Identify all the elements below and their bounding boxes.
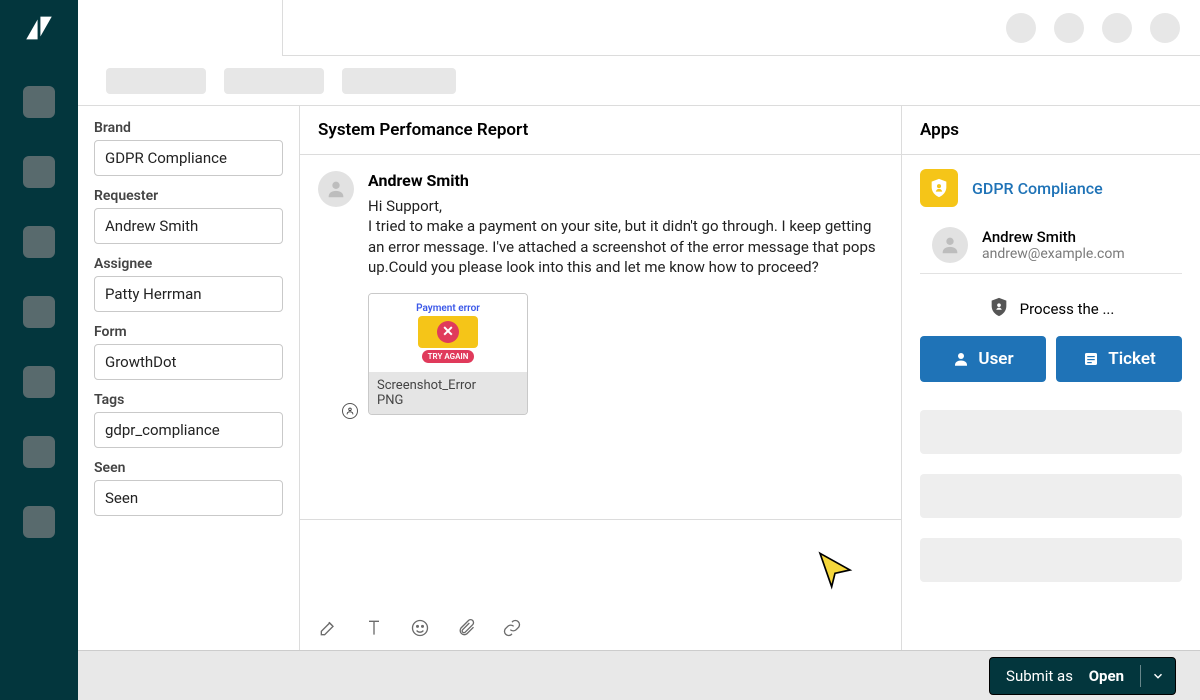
- apps-panel: Apps GDPR Compliance Andrew Smith andrew…: [902, 106, 1200, 650]
- message-avatar: [318, 171, 354, 415]
- shield-icon: [920, 169, 958, 207]
- app-user-email: andrew@example.com: [982, 246, 1125, 262]
- reply-textarea[interactable]: [300, 520, 901, 610]
- compose-icon[interactable]: [318, 618, 338, 642]
- message: Andrew Smith Hi Support, I tried to make…: [318, 171, 883, 415]
- form-select[interactable]: GrowthDot: [94, 344, 283, 380]
- rail-item-4[interactable]: [23, 296, 55, 328]
- product-logo: [19, 8, 59, 48]
- reply-composer: [300, 519, 901, 650]
- emoji-icon[interactable]: [410, 618, 430, 642]
- apps-placeholder-1: [920, 410, 1182, 454]
- header-action-3[interactable]: [1102, 13, 1132, 43]
- form-label: Form: [94, 324, 283, 340]
- message-text: Hi Support, I tried to make a payment on…: [368, 196, 883, 277]
- toolbar-chip-3[interactable]: [342, 68, 456, 94]
- rail-item-1[interactable]: [23, 86, 55, 118]
- rail-item-2[interactable]: [23, 156, 55, 188]
- attachment[interactable]: Payment error ✕ TRY AGAIN Screenshot_Err…: [368, 293, 528, 415]
- rail-item-6[interactable]: [23, 436, 55, 468]
- link-icon[interactable]: [502, 618, 522, 642]
- brand-label: Brand: [94, 120, 283, 136]
- active-tab[interactable]: [78, 0, 283, 56]
- rail-item-3[interactable]: [23, 226, 55, 258]
- attachment-thumbnail: Payment error ✕ TRY AGAIN: [369, 294, 527, 372]
- requester-input[interactable]: Andrew Smith: [94, 208, 283, 244]
- assignee-label: Assignee: [94, 256, 283, 272]
- chevron-down-icon: [1151, 669, 1165, 683]
- seen-select[interactable]: Seen: [94, 480, 283, 516]
- app-name: GDPR Compliance: [972, 179, 1103, 198]
- header-action-2[interactable]: [1054, 13, 1084, 43]
- tags-label: Tags: [94, 392, 283, 408]
- app-user-name: Andrew Smith: [982, 228, 1125, 246]
- nav-rail: [0, 0, 78, 700]
- app-row[interactable]: GDPR Compliance: [920, 155, 1182, 221]
- assignee-select[interactable]: Patty Herrman: [94, 276, 283, 312]
- attachment-icon[interactable]: [456, 618, 476, 642]
- message-author: Andrew Smith: [368, 171, 883, 190]
- rail-item-5[interactable]: [23, 366, 55, 398]
- apps-placeholder-2: [920, 474, 1182, 518]
- error-icon: ✕: [437, 321, 459, 343]
- toolbar-chip-2[interactable]: [224, 68, 324, 94]
- process-row: Process the ...: [920, 282, 1182, 336]
- brand-select[interactable]: GDPR Compliance: [94, 140, 283, 176]
- process-label: Process the ...: [1020, 300, 1115, 318]
- submit-button[interactable]: Submit as Open: [989, 657, 1176, 695]
- apps-placeholder-3: [920, 538, 1182, 582]
- content-row: Brand GDPR Compliance Requester Andrew S…: [78, 106, 1200, 650]
- messages: Andrew Smith Hi Support, I tried to make…: [300, 155, 901, 519]
- seen-label: Seen: [94, 460, 283, 476]
- ticket-properties: Brand GDPR Compliance Requester Andrew S…: [78, 106, 300, 650]
- tab-bar: [78, 0, 1200, 56]
- apps-title: Apps: [920, 120, 1182, 140]
- ticket-subject: System Perfomance Report: [300, 106, 901, 155]
- composer-toolbar: [300, 610, 901, 650]
- attachment-filetype: PNG: [377, 393, 519, 408]
- header-action-1[interactable]: [1006, 13, 1036, 43]
- person-icon: [342, 403, 358, 419]
- toolbar-chip-1[interactable]: [106, 68, 206, 94]
- main-column: Brand GDPR Compliance Requester Andrew S…: [78, 0, 1200, 700]
- footer: Submit as Open: [78, 650, 1200, 700]
- user-button[interactable]: User: [920, 336, 1046, 382]
- user-avatar-icon: [932, 227, 968, 263]
- tags-input[interactable]: gdpr_compliance: [94, 412, 283, 448]
- rail-item-7[interactable]: [23, 506, 55, 538]
- app-user-row: Andrew Smith andrew@example.com: [920, 221, 1182, 273]
- attachment-filename: Screenshot_Error: [377, 378, 519, 393]
- conversation-thread: System Perfomance Report Andrew Smith: [300, 106, 902, 650]
- requester-label: Requester: [94, 188, 283, 204]
- ticket-button[interactable]: Ticket: [1056, 336, 1182, 382]
- toolbar: [78, 56, 1200, 106]
- text-format-icon[interactable]: [364, 618, 384, 642]
- header-avatar[interactable]: [1150, 13, 1180, 43]
- shield-small-icon: [988, 296, 1010, 322]
